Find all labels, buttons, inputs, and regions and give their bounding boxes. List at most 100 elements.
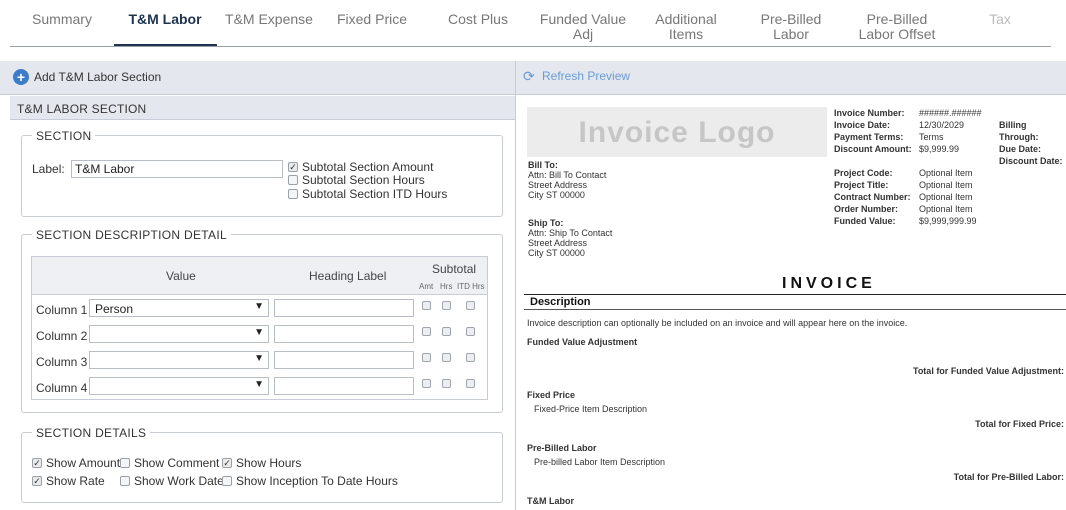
- chevron-down-icon: ▼: [254, 301, 264, 312]
- column-1-itd-checkbox[interactable]: [466, 301, 475, 310]
- bill-to-line: Attn: Bill To Contact: [528, 170, 607, 180]
- section-label-input[interactable]: [71, 160, 283, 178]
- refresh-preview-label: Refresh Preview: [542, 69, 631, 83]
- column-4-amt-checkbox[interactable]: [422, 379, 431, 388]
- column-4-heading-input[interactable]: [274, 377, 414, 395]
- show-itd-hours-checkbox[interactable]: [222, 476, 232, 486]
- section-fieldset: SECTION Label: ✓ Subtotal Section Amount…: [21, 129, 503, 217]
- ship-to-line: Attn: Ship To Contact: [528, 228, 613, 238]
- subtotal-itd-hours-option[interactable]: Subtotal Section ITD Hours: [288, 187, 447, 201]
- show-hours-checkbox[interactable]: ✓: [222, 458, 232, 468]
- column-4-hrs-checkbox[interactable]: [442, 379, 451, 388]
- show-hours-option[interactable]: ✓ Show Hours: [222, 456, 301, 470]
- ship-to-block: Ship To: Attn: Ship To Contact Street Ad…: [528, 218, 612, 258]
- pane-divider: [515, 61, 516, 510]
- column-4-itd-checkbox[interactable]: [466, 379, 475, 388]
- show-comment-label: Show Comment: [134, 456, 220, 470]
- tm-labor-heading: T&M Labor: [527, 496, 574, 506]
- show-comment-checkbox[interactable]: [120, 458, 130, 468]
- title-rule: [524, 294, 1066, 295]
- column-4-select[interactable]: ▼: [89, 377, 269, 395]
- billing-through-label: Billing Through:: [999, 120, 1039, 142]
- show-amount-checkbox[interactable]: ✓: [32, 458, 42, 468]
- column-2-heading-input[interactable]: [274, 325, 414, 343]
- contract-number-value: Optional Item: [919, 192, 973, 202]
- bill-to-label: Bill To:: [528, 160, 558, 170]
- column-grid: Value Heading Label Subtotal Amt Hrs ITD…: [31, 256, 488, 400]
- invoice-meta-values: ######.###### 12/30/2029 Terms $9,999.99: [919, 107, 982, 155]
- editor-toolbar: + Add T&M Labor Section: [0, 61, 515, 95]
- column-1-amt-checkbox[interactable]: [422, 301, 431, 310]
- due-date-label: Due Date:: [999, 144, 1042, 154]
- chevron-down-icon: ▼: [254, 327, 264, 338]
- description-detail-fieldset: SECTION DESCRIPTION DETAIL Value Heading…: [21, 228, 503, 413]
- grid-header: Value Heading Label Subtotal Amt Hrs ITD…: [32, 257, 487, 295]
- subtotal-hours-checkbox[interactable]: [288, 175, 298, 185]
- invoice-date-label: Invoice Date:: [834, 120, 891, 130]
- column-2-hrs-checkbox[interactable]: [442, 327, 451, 336]
- tab-tm-labor[interactable]: T&M Labor: [124, 12, 206, 27]
- section-header: T&M LABOR SECTION: [10, 96, 515, 120]
- show-comment-option[interactable]: Show Comment: [120, 456, 219, 470]
- show-work-date-label: Show Work Date: [134, 474, 224, 488]
- column-2-select[interactable]: ▼: [89, 325, 269, 343]
- show-itd-hours-option[interactable]: Show Inception To Date Hours: [222, 474, 398, 488]
- tab-summary[interactable]: Summary: [32, 12, 92, 27]
- description-detail-legend: SECTION DESCRIPTION DETAIL: [32, 228, 231, 242]
- column-3-amt-checkbox[interactable]: [422, 353, 431, 362]
- project-labels: Project Code: Project Title: Contract Nu…: [834, 167, 911, 227]
- invoice-logo: Invoice Logo: [527, 107, 827, 157]
- col-heading-header: Heading Label: [309, 269, 387, 283]
- subtotal-amount-option[interactable]: ✓ Subtotal Section Amount: [288, 160, 433, 174]
- funded-adj-heading: Funded Value Adjustment: [527, 337, 638, 347]
- fixed-price-item: Fixed-Price Item Description: [534, 404, 648, 414]
- column-3-select[interactable]: ▼: [89, 351, 269, 369]
- refresh-preview-button[interactable]: ⟳ Refresh Preview: [523, 69, 630, 83]
- column-1-heading-input[interactable]: [274, 299, 414, 317]
- invoice-number-label: Invoice Number:: [834, 108, 905, 118]
- show-work-date-checkbox[interactable]: [120, 476, 130, 486]
- active-tab-indicator: [114, 44, 217, 46]
- fixed-price-heading: Fixed Price: [527, 390, 576, 400]
- tab-pre-billed-labor-offset[interactable]: Pre-Billed Labor Offset: [852, 12, 942, 42]
- tab-bar: Summary T&M Labor T&M Expense Fixed Pric…: [10, 0, 1051, 47]
- prebilled-heading: Pre-Billed Labor: [527, 443, 597, 453]
- show-itd-hours-label: Show Inception To Date Hours: [236, 474, 398, 488]
- show-rate-option[interactable]: ✓ Show Rate: [32, 474, 105, 488]
- tab-tm-expense[interactable]: T&M Expense: [224, 12, 314, 27]
- description-heading: Description: [530, 296, 591, 308]
- column-3-heading-input[interactable]: [274, 351, 414, 369]
- invoice-title: INVOICE: [782, 275, 876, 292]
- discount-amount-value: $9,999.99: [919, 144, 960, 154]
- subtotal-hours-option[interactable]: Subtotal Section Hours: [288, 173, 425, 187]
- section-details-legend: SECTION DETAILS: [32, 426, 151, 440]
- tab-funded-value-adj[interactable]: Funded Value Adj: [538, 12, 628, 42]
- subtotal-itd-hours-label: Subtotal Section ITD Hours: [302, 187, 448, 201]
- subtotal-itd-hours-checkbox[interactable]: [288, 189, 298, 199]
- chevron-down-icon: ▼: [254, 379, 264, 390]
- funded-value-value: $9,999,999.99: [919, 216, 977, 226]
- chevron-down-icon: ▼: [254, 353, 264, 364]
- column-3-itd-checkbox[interactable]: [466, 353, 475, 362]
- add-section-button[interactable]: + Add T&M Labor Section: [13, 69, 161, 85]
- column-2-amt-checkbox[interactable]: [422, 327, 431, 336]
- show-rate-checkbox[interactable]: ✓: [32, 476, 42, 486]
- tab-fixed-price[interactable]: Fixed Price: [332, 12, 412, 27]
- ship-to-line: Street Address: [528, 238, 588, 248]
- column-1-value: Person: [95, 302, 134, 316]
- show-amount-option[interactable]: ✓ Show Amount: [32, 456, 120, 470]
- tab-additional-items[interactable]: Additional Items: [646, 12, 726, 42]
- ship-to-line: City ST 00000: [528, 248, 585, 258]
- column-1-hrs-checkbox[interactable]: [442, 301, 451, 310]
- plus-circle-icon: +: [13, 69, 29, 85]
- col-subtotal-header: Subtotal: [432, 262, 477, 276]
- tab-pre-billed-labor[interactable]: Pre-Billed Labor: [758, 12, 824, 42]
- column-3-hrs-checkbox[interactable]: [442, 353, 451, 362]
- column-1-select[interactable]: Person ▼: [89, 299, 269, 317]
- tab-cost-plus[interactable]: Cost Plus: [442, 12, 514, 27]
- subtotal-amount-checkbox[interactable]: ✓: [288, 162, 298, 172]
- column-2-itd-checkbox[interactable]: [466, 327, 475, 336]
- show-work-date-option[interactable]: Show Work Date: [120, 474, 224, 488]
- show-amount-label: Show Amount: [46, 456, 121, 470]
- subtotal-amount-label: Subtotal Section Amount: [302, 160, 434, 174]
